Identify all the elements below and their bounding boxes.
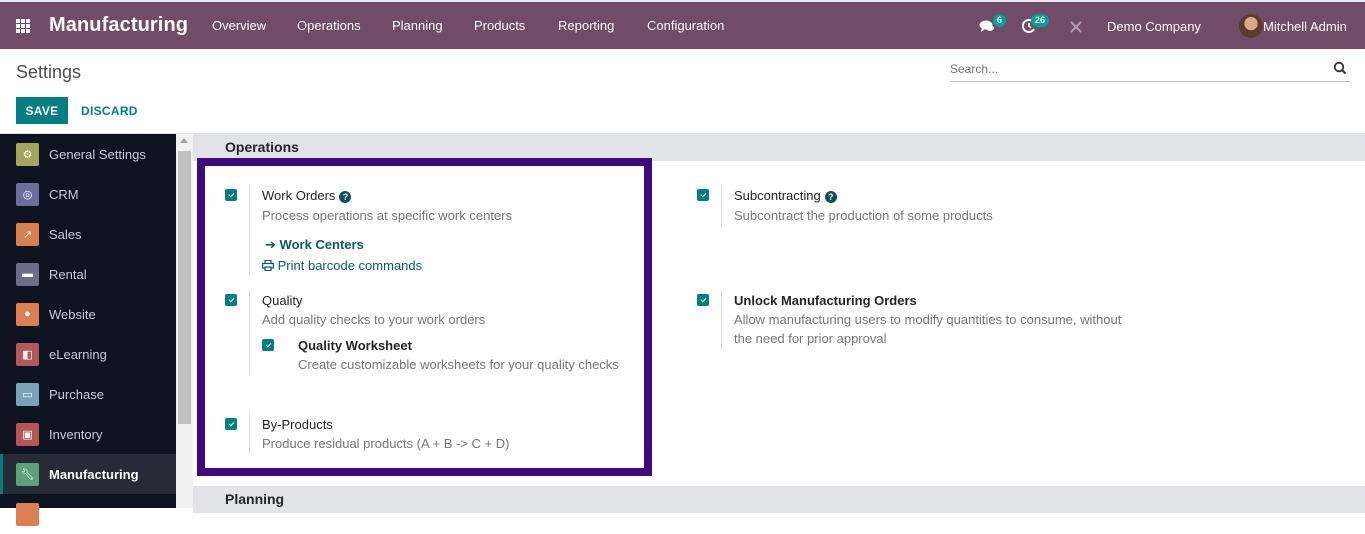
user-avatar[interactable] — [1239, 14, 1263, 38]
setting-description: Subcontract the production of some produ… — [734, 208, 993, 223]
box-icon: ▣ — [16, 422, 39, 446]
rental-icon: ▬ — [16, 262, 39, 286]
gear-icon: ⚙ — [16, 142, 39, 166]
search-bar — [950, 58, 1350, 82]
sidebar-item-next[interactable] — [0, 494, 176, 534]
sidebar-item-purchase[interactable]: ▭ Purchase — [0, 374, 176, 414]
page-title: Settings — [16, 62, 82, 82]
company-switcher[interactable]: Demo Company — [1107, 19, 1201, 34]
setting-title: Subcontracting? — [734, 188, 837, 203]
divider — [721, 290, 722, 350]
divider — [249, 414, 250, 454]
sidebar-item-label: CRM — [49, 186, 79, 202]
print-barcode-link[interactable]: Print barcode commands — [262, 258, 422, 273]
nav-operations[interactable]: Operations — [297, 18, 361, 33]
elearning-icon: ◧ — [16, 342, 39, 366]
settings-content: Operations Work Orders? Process operatio… — [193, 134, 1365, 513]
app-name[interactable]: Manufacturing — [49, 14, 188, 37]
sidebar-item-inventory[interactable]: ▣ Inventory — [0, 414, 176, 454]
globe-icon: ● — [16, 302, 39, 326]
sidebar-item-label: Sales — [49, 226, 82, 242]
nav-planning[interactable]: Planning — [392, 18, 443, 33]
nav-configuration[interactable]: Configuration — [647, 18, 724, 33]
link-label: Work Centers — [279, 237, 364, 252]
chart-icon: ↗ — [16, 222, 39, 246]
help-icon[interactable]: ? — [824, 191, 837, 203]
settings-sidebar: ⚙ General Settings ◎ CRM ↗ Sales ▬ Renta… — [0, 134, 176, 526]
search-input[interactable] — [950, 58, 1320, 80]
scroll-up-arrow[interactable] — [180, 138, 188, 143]
by-products-checkbox[interactable] — [225, 418, 237, 430]
sidebar-item-manufacturing[interactable]: 🔧︎ Manufacturing — [0, 454, 176, 494]
section-operations: Operations — [193, 134, 1365, 161]
setting-title: Work Orders? — [262, 188, 352, 203]
setting-description: Add quality checks to your work orders — [262, 312, 486, 327]
sidebar-item-label: Rental — [49, 266, 87, 282]
setting-description: Produce residual products (A + B -> C + … — [262, 436, 510, 451]
help-icon[interactable]: ? — [339, 191, 352, 203]
sidebar-item-general-settings[interactable]: ⚙ General Settings — [0, 134, 176, 174]
sidebar-item-label: eLearning — [49, 346, 107, 362]
section-planning: Planning — [193, 486, 1365, 513]
sidebar-item-crm[interactable]: ◎ CRM — [0, 174, 176, 214]
debug-tools-icon[interactable] — [1070, 21, 1082, 33]
save-button[interactable]: SAVE — [16, 97, 68, 124]
messages-badge: 6 — [993, 14, 1007, 27]
arrow-right-icon: ➔ — [265, 237, 276, 252]
wrench-icon: 🔧︎ — [16, 462, 39, 486]
quality-worksheet-title: Quality Worksheet — [298, 338, 412, 353]
printer-icon — [262, 259, 275, 272]
nav-reporting[interactable]: Reporting — [558, 18, 614, 33]
sidebar-item-label: Website — [49, 306, 96, 322]
sidebar-item-label: Inventory — [49, 426, 103, 442]
nav-products[interactable]: Products — [474, 18, 525, 33]
setting-description: Create customizable worksheets for your … — [298, 357, 619, 372]
top-navbar: Manufacturing Overview Operations Planni… — [0, 0, 1365, 49]
apps-menu-icon[interactable] — [16, 19, 31, 33]
sidebar-item-label: Purchase — [49, 386, 104, 402]
quality-checkbox[interactable] — [225, 294, 237, 306]
divider — [249, 290, 250, 375]
unlock-mo-title: Unlock Manufacturing Orders — [734, 293, 917, 308]
quality-worksheet-checkbox[interactable] — [262, 339, 274, 351]
sidebar-item-sales[interactable]: ↗ Sales — [0, 214, 176, 254]
divider — [721, 185, 722, 227]
app-icon — [16, 502, 39, 526]
sidebar-item-rental[interactable]: ▬ Rental — [0, 254, 176, 294]
sidebar-item-website[interactable]: ● Website — [0, 294, 176, 334]
scroll-thumb[interactable] — [178, 151, 191, 424]
sidebar-item-label: General Settings — [49, 146, 146, 162]
user-menu[interactable]: Mitchell Admin — [1263, 19, 1347, 34]
subcontracting-checkbox[interactable] — [697, 189, 709, 201]
subcontracting-title: Subcontracting — [734, 188, 821, 203]
unlock-mo-checkbox[interactable] — [697, 294, 709, 306]
quality-title: Quality — [262, 293, 303, 308]
work-orders-title: Work Orders — [262, 188, 336, 203]
work-orders-checkbox[interactable] — [225, 189, 237, 201]
sidebar-item-elearning[interactable]: ◧ eLearning — [0, 334, 176, 374]
card-icon: ▭ — [16, 382, 39, 406]
control-panel: Settings SAVE DISCARD — [0, 49, 1365, 134]
setting-description: Allow manufacturing users to modify quan… — [734, 312, 1122, 327]
link-label: Print barcode commands — [277, 258, 423, 273]
divider — [249, 185, 250, 275]
sidebar-scrollbar[interactable] — [176, 134, 193, 508]
search-icon[interactable] — [1333, 61, 1347, 75]
work-centers-link[interactable]: ➔ Work Centers — [265, 237, 364, 253]
handshake-icon: ◎ — [16, 182, 39, 206]
nav-overview[interactable]: Overview — [212, 18, 266, 33]
setting-description: Process operations at specific work cent… — [262, 208, 512, 223]
setting-description: the need for prior approval — [734, 331, 887, 346]
activities-badge: 26 — [1031, 14, 1050, 27]
discard-button[interactable]: DISCARD — [74, 97, 145, 124]
by-products-title: By-Products — [262, 417, 333, 432]
sidebar-item-label: Manufacturing — [49, 466, 139, 482]
